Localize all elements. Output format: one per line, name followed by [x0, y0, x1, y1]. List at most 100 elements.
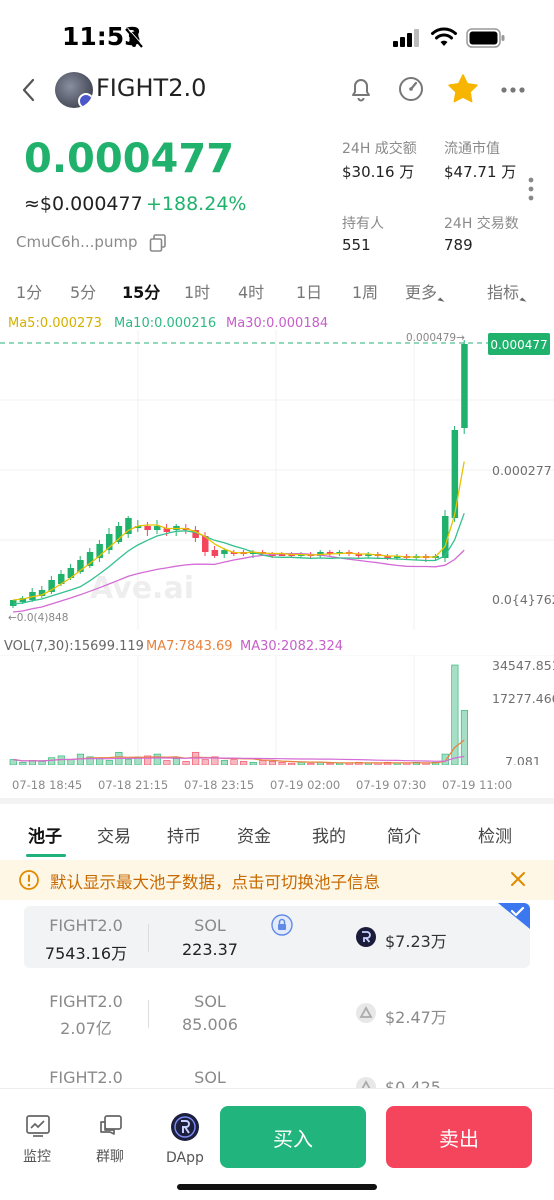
pool2-token-amount: 2.07亿 — [60, 1019, 112, 1038]
tx24-label: 24H 交易数 — [444, 216, 519, 232]
tabs-bar — [0, 798, 554, 858]
volume-bar — [67, 759, 75, 765]
volume-bar — [19, 761, 27, 765]
ma30-legend: Ma30:0.000184 — [226, 316, 329, 331]
current-price-tag-label: 0.000477 — [490, 338, 547, 352]
tf-1h[interactable]: 1时 — [184, 279, 210, 303]
tab-funds[interactable]: 资金 — [237, 822, 271, 847]
silent-bell-icon — [125, 27, 144, 48]
group-chat-icon[interactable] — [98, 1113, 124, 1139]
candlestick-chart[interactable]: Ave.ai 0.000479→ ←0.0(4)848 0.000477 0.0… — [0, 330, 554, 630]
ma5-legend: Ma5:0.000273 — [8, 316, 102, 331]
tf-more[interactable]: 更多 — [405, 279, 445, 305]
dex-logo-icon — [356, 1003, 376, 1023]
tab-holders[interactable]: 持币 — [167, 822, 201, 847]
volume-bar — [268, 761, 277, 765]
candle — [451, 430, 459, 518]
close-icon[interactable] — [507, 868, 529, 890]
monitor-label[interactable]: 监控 — [23, 1146, 51, 1166]
pool3-token: FIGHT2.0 — [49, 1068, 123, 1087]
tab-trades[interactable]: 交易 — [97, 822, 131, 847]
tab-intro[interactable]: 简介 — [387, 822, 421, 847]
volume-bar — [124, 759, 132, 765]
tf-1m[interactable]: 1分 — [16, 279, 42, 303]
favorite-star-icon[interactable] — [446, 72, 480, 106]
copy-icon[interactable] — [148, 233, 168, 253]
vertical-more-icon[interactable] — [527, 176, 535, 202]
volume-bar — [172, 758, 180, 765]
vol-axis-mid: 17277.466 — [492, 691, 554, 706]
candle — [211, 550, 219, 556]
ma10-legend: Ma10:0.000216 — [114, 316, 217, 331]
tf-4h[interactable]: 4时 — [238, 279, 264, 303]
token-title: FIGHT2.0 — [96, 74, 207, 102]
tab-pools[interactable]: 池子 — [28, 822, 62, 847]
ma5-line — [12, 461, 465, 601]
holders-value: 551 — [342, 236, 371, 254]
tf-indicator-label: 指标 — [487, 283, 520, 302]
warning-icon — [19, 870, 39, 890]
x-label-1: 07-18 18:45 — [12, 778, 83, 792]
monitor-icon[interactable] — [25, 1114, 51, 1138]
tf-1w[interactable]: 1周 — [352, 279, 378, 303]
pool2-liquidity: $2.47万 — [385, 1008, 447, 1027]
lock-icon[interactable] — [271, 914, 293, 936]
axis-label-low: 0.0{4}762 — [492, 592, 554, 607]
volume-chart[interactable]: 34547.851 17277.466 7.081 — [0, 655, 554, 765]
volume-bar — [288, 762, 296, 765]
watermark: Ave.ai — [90, 571, 194, 606]
vol-axis-top: 34547.851 — [492, 658, 554, 673]
pool-divider — [148, 924, 149, 952]
price-alert-bell-icon[interactable] — [346, 74, 376, 104]
tab-mine[interactable]: 我的 — [312, 822, 346, 847]
vol-axis-low: 7.081 — [505, 754, 541, 765]
volume-bar — [307, 762, 315, 765]
volume-bar — [278, 761, 286, 765]
vol-legend: VOL(7,30):15699.119 — [4, 639, 144, 654]
tf-indicator[interactable]: 指标 — [487, 279, 527, 305]
pool1-token: FIGHT2.0 — [49, 916, 123, 935]
tab-check[interactable]: 检测 — [478, 822, 512, 847]
back-icon[interactable] — [18, 76, 40, 104]
dapp-icon[interactable] — [170, 1112, 200, 1142]
vol-ma7-legend: MA7:7843.69 — [146, 639, 233, 654]
price-usd: ≈$0.000477 — [24, 193, 143, 215]
home-indicator[interactable] — [177, 1184, 377, 1190]
sell-button[interactable]: 卖出 — [386, 1106, 532, 1168]
volume-bar — [38, 761, 46, 765]
x-label-3: 07-18 23:15 — [184, 778, 255, 792]
candles — [10, 340, 468, 608]
dapp-label[interactable]: DApp — [166, 1150, 204, 1166]
mcap-label: 流通市值 — [444, 141, 500, 157]
group-chat-label[interactable]: 群聊 — [96, 1146, 124, 1166]
contract-address: CmuC6h...pump — [16, 233, 138, 251]
volume-bars — [9, 664, 469, 765]
pool2-quote-amount: 85.006 — [182, 1015, 238, 1034]
caret-icon — [519, 297, 527, 305]
more-options-icon[interactable] — [500, 86, 526, 94]
volume-bar — [259, 760, 267, 765]
tab-active-indicator — [26, 854, 66, 857]
speed-gauge-icon[interactable] — [396, 74, 426, 104]
cell-signal-icon — [393, 29, 419, 47]
holders-label: 持有人 — [342, 216, 384, 232]
pool2-quote: SOL — [194, 992, 226, 1011]
mcap-value: $47.71 万 — [444, 163, 517, 181]
candle — [10, 600, 17, 606]
pool-divider — [148, 1000, 149, 1028]
volume-bar — [441, 753, 449, 765]
volume-bar — [249, 761, 257, 765]
axis-label-mid: 0.000277 — [492, 463, 552, 478]
pool1-token-amount: 7543.16万 — [44, 944, 128, 963]
tf-1d[interactable]: 1日 — [296, 279, 322, 303]
volume-bar — [240, 761, 248, 765]
volume-bar — [48, 757, 56, 765]
volume-bar — [182, 761, 190, 765]
volume-bar — [201, 759, 209, 765]
volume-bar — [326, 762, 334, 765]
tf-5m[interactable]: 5分 — [70, 279, 96, 303]
tf-15m[interactable]: 15分 — [122, 279, 160, 303]
buy-button[interactable]: 买入 — [220, 1106, 366, 1168]
x-label-4: 07-19 02:00 — [270, 778, 341, 792]
wifi-icon — [431, 27, 457, 46]
